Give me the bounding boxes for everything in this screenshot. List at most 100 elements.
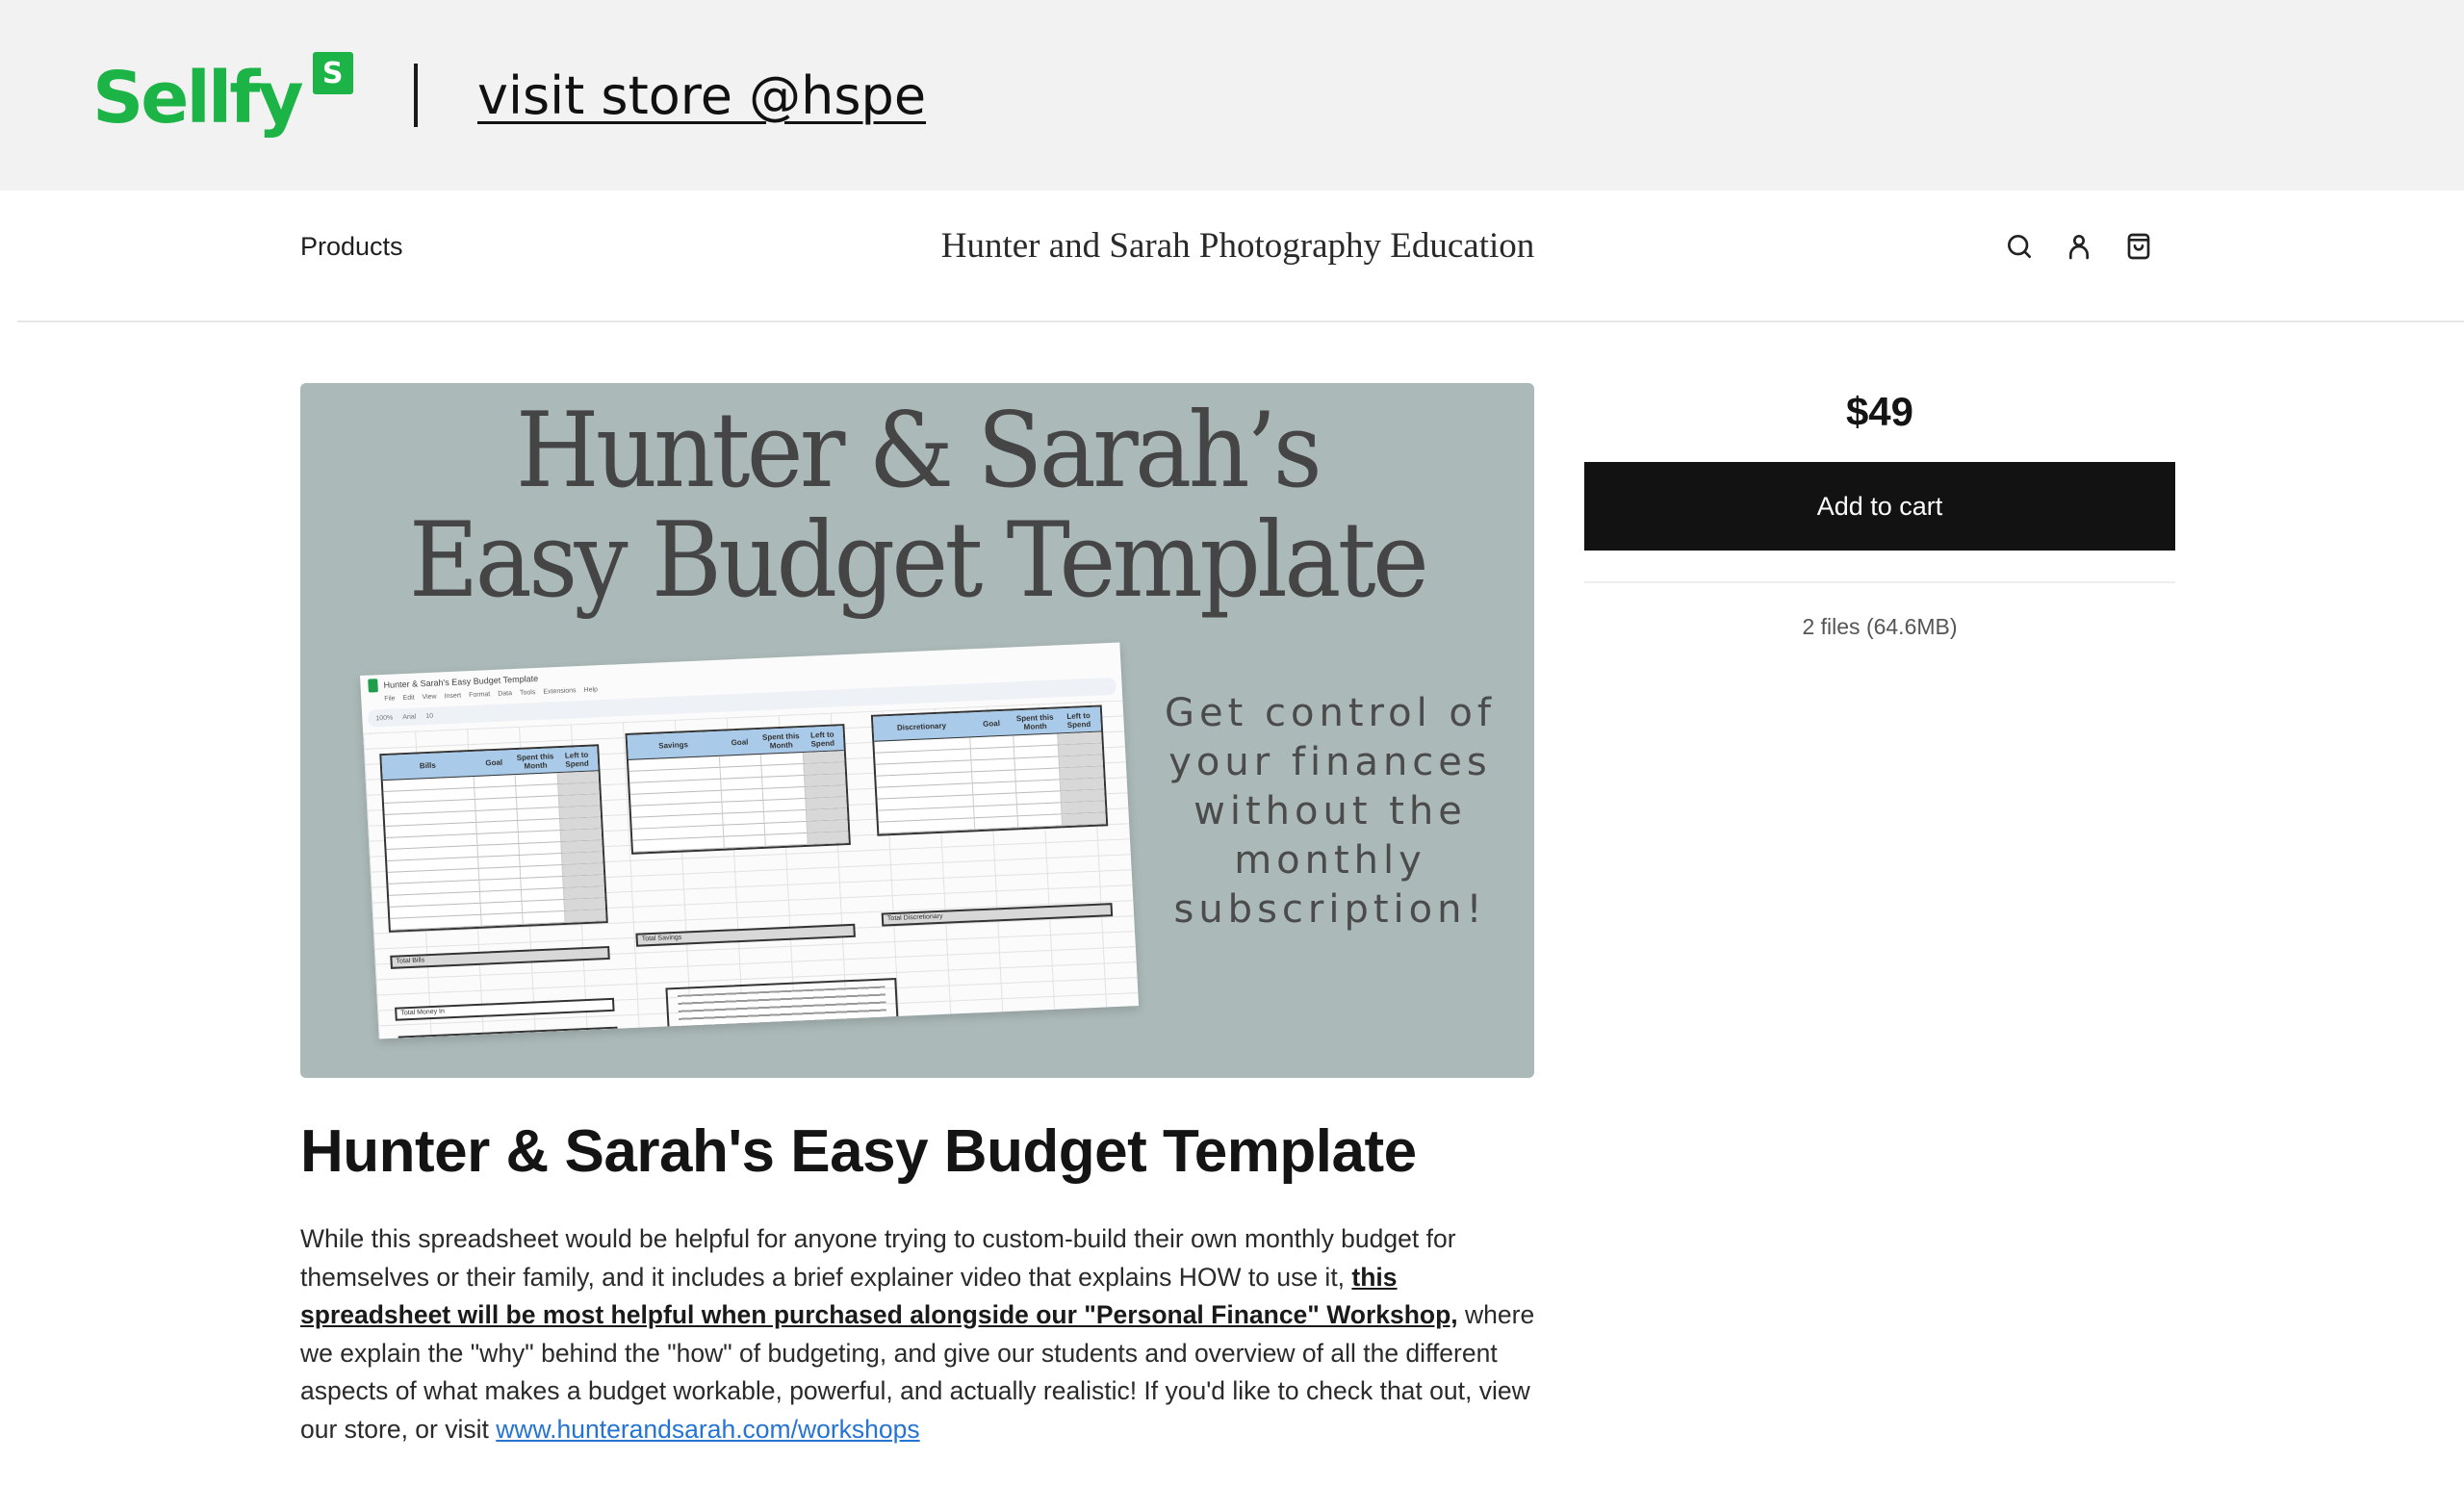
table-cell bbox=[475, 809, 518, 822]
table-cell bbox=[969, 747, 1014, 760]
table-cell bbox=[722, 834, 765, 848]
table-cell bbox=[1015, 780, 1061, 793]
table-cell bbox=[478, 889, 522, 903]
table-cell bbox=[516, 807, 559, 821]
table-cell bbox=[514, 773, 557, 786]
table-cell bbox=[473, 775, 516, 787]
table-cell bbox=[475, 833, 519, 845]
product-image[interactable]: Hunter & Sarah’s Easy Budget Template Hu… bbox=[300, 383, 1534, 1078]
table-cell bbox=[558, 817, 602, 831]
sheet-menu-item: Extensions bbox=[543, 687, 577, 696]
table-cell bbox=[475, 843, 519, 857]
table-cell bbox=[562, 898, 606, 910]
table-cell bbox=[474, 798, 517, 810]
table-cell bbox=[968, 735, 1014, 749]
table-cell bbox=[556, 771, 600, 784]
column-header: Savings bbox=[658, 740, 689, 751]
table-cell bbox=[721, 811, 764, 825]
discretionary-rows bbox=[874, 731, 1107, 834]
savings-table: Savings Goal Spent this Month Left to Sp… bbox=[625, 724, 851, 855]
product-title: Hunter & Sarah's Easy Budget Template bbox=[300, 1118, 1417, 1185]
table-cell bbox=[562, 886, 605, 900]
add-to-cart-button[interactable]: Add to cart bbox=[1584, 462, 2175, 551]
table-cell bbox=[971, 781, 1016, 795]
table-cell bbox=[477, 866, 521, 880]
table-cell bbox=[1015, 791, 1062, 805]
table-cell bbox=[1014, 768, 1060, 781]
table-cell bbox=[1057, 743, 1103, 756]
table-cell bbox=[520, 877, 563, 889]
cart-icon[interactable] bbox=[2123, 231, 2154, 262]
table-cell bbox=[479, 901, 523, 914]
table-cell bbox=[1060, 789, 1105, 803]
savings-rows bbox=[628, 751, 849, 853]
table-cell bbox=[764, 833, 808, 846]
table-cell bbox=[519, 854, 562, 866]
table-cell bbox=[519, 865, 562, 878]
image-headline: Hunter & Sarah’s Easy Budget Template bbox=[349, 397, 1484, 616]
sheet-menu-item: Edit bbox=[402, 694, 415, 703]
table-cell bbox=[802, 762, 845, 776]
table-cell bbox=[518, 842, 561, 855]
table-cell bbox=[563, 910, 606, 922]
account-icon[interactable] bbox=[2064, 231, 2094, 262]
table-cell bbox=[763, 821, 807, 834]
description-text: While this spreadsheet would be helpful … bbox=[300, 1224, 1456, 1292]
sheet-font: Arial bbox=[402, 713, 417, 721]
table-cell bbox=[561, 863, 604, 877]
column-header: Left to Spend bbox=[564, 750, 589, 769]
table-cell bbox=[1014, 745, 1059, 758]
table-cell bbox=[476, 855, 520, 868]
table-cell bbox=[803, 774, 846, 786]
spreadsheet-preview: Hunter & Sarah's Easy Budget Template Fi… bbox=[360, 642, 1140, 1039]
sheet-menu-item: Data bbox=[498, 690, 513, 698]
table-cell bbox=[559, 829, 603, 842]
discretionary-table: Discretionary Goal Spent this Month Left… bbox=[870, 705, 1109, 836]
column-header: Goal bbox=[485, 757, 503, 768]
table-cell bbox=[804, 785, 847, 798]
search-icon[interactable] bbox=[2004, 231, 2035, 262]
sheet-menu-item: Tools bbox=[519, 689, 536, 697]
visit-store-link[interactable]: visit store @hspe bbox=[477, 58, 926, 135]
table-cell bbox=[970, 758, 1015, 772]
table-cell bbox=[560, 852, 603, 865]
table-cell bbox=[1061, 801, 1106, 814]
column-header: Goal bbox=[982, 719, 1001, 729]
table-cell bbox=[806, 820, 849, 833]
total-discretionary: Total Discretionary bbox=[881, 903, 1114, 927]
workshops-link[interactable]: www.hunterandsarah.com/workshops bbox=[496, 1415, 919, 1444]
table-cell bbox=[806, 832, 849, 844]
panel-divider bbox=[1584, 581, 2175, 583]
table-cell bbox=[561, 875, 604, 888]
product-description: While this spreadsheet would be helpful … bbox=[300, 1220, 1542, 1448]
header-divider bbox=[17, 320, 2464, 322]
table-cell bbox=[559, 840, 603, 854]
table-cell bbox=[802, 751, 845, 764]
sheet-menu-item: View bbox=[422, 693, 437, 702]
bills-table: Bills Goal Spent this Month Left to Spen… bbox=[379, 744, 608, 933]
table-cell bbox=[515, 796, 558, 809]
table-cell bbox=[762, 798, 806, 811]
bills-rows bbox=[382, 771, 606, 931]
sellfy-logo[interactable]: Sellfy S bbox=[92, 50, 353, 146]
sheet-zoom: 100% bbox=[375, 714, 394, 722]
total-money-in: Total Money In bbox=[395, 997, 615, 1021]
table-cell bbox=[761, 786, 805, 800]
table-cell bbox=[759, 753, 803, 765]
table-cell bbox=[761, 776, 805, 788]
table-cell bbox=[557, 806, 601, 819]
table-cell bbox=[556, 782, 600, 796]
files-info: 2 files (64.6MB) bbox=[1802, 614, 1958, 639]
table-cell bbox=[720, 800, 763, 813]
table-cell bbox=[479, 912, 523, 926]
total-savings: Total Savings bbox=[635, 923, 856, 947]
sheet-font-size: 10 bbox=[425, 712, 434, 720]
table-cell bbox=[1058, 755, 1103, 768]
sellfy-badge-icon: S bbox=[312, 52, 353, 94]
sheet-doc-name: Hunter & Sarah's Easy Budget Template bbox=[383, 673, 539, 690]
table-cell bbox=[971, 793, 1017, 807]
table-cell bbox=[805, 808, 848, 821]
column-header: Goal bbox=[731, 737, 749, 748]
instructions-note bbox=[665, 977, 899, 1038]
column-header: Spent this Month bbox=[1015, 712, 1054, 731]
